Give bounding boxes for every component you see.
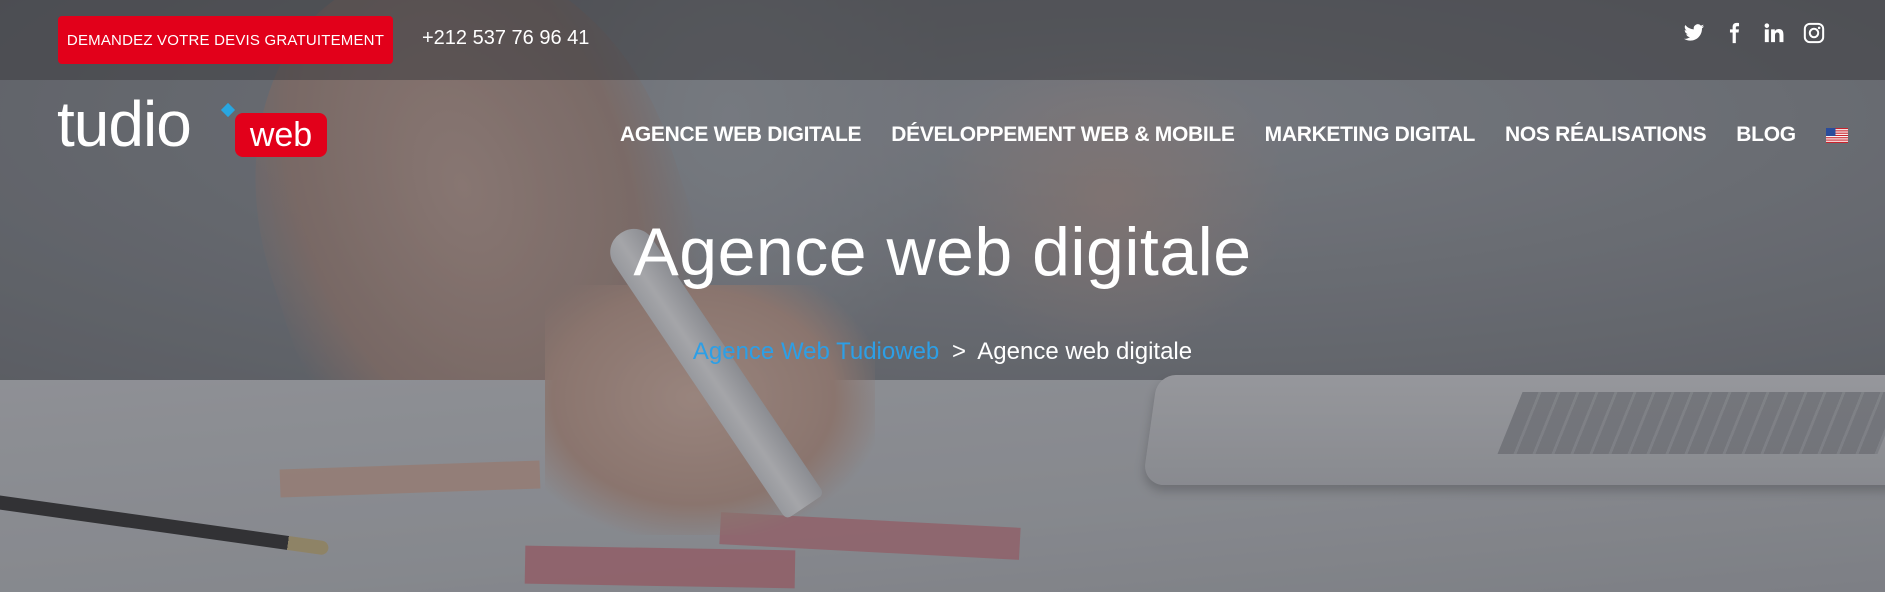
hero-background bbox=[0, 0, 1885, 592]
logo-accent-dot bbox=[220, 102, 236, 118]
main-navigation: AGENCE WEB DIGITALE DÉVELOPPEMENT WEB & … bbox=[620, 123, 1848, 147]
linkedin-icon[interactable] bbox=[1763, 22, 1785, 44]
breadcrumb-current: Agence web digitale bbox=[977, 338, 1193, 365]
nav-item-agence-web-digitale[interactable]: AGENCE WEB DIGITALE bbox=[620, 123, 862, 147]
breadcrumb: Agence Web Tudioweb > Agence web digital… bbox=[0, 338, 1885, 366]
breadcrumb-home-link[interactable]: Agence Web Tudioweb bbox=[693, 338, 939, 365]
logo-badge: web bbox=[235, 113, 327, 157]
free-quote-button[interactable]: DEMANDEZ VOTRE DEVIS GRATUITEMENT bbox=[58, 16, 393, 64]
nav-item-nos-realisations[interactable]: NOS RÉALISATIONS bbox=[1505, 123, 1707, 147]
social-links bbox=[1683, 22, 1825, 44]
tudioweb-logo[interactable]: tudio web bbox=[57, 88, 327, 171]
page-title: Agence web digitale bbox=[633, 214, 1252, 290]
nav-item-developpement-web-mobile[interactable]: DÉVELOPPEMENT WEB & MOBILE bbox=[891, 123, 1235, 147]
us-flag-icon[interactable] bbox=[1825, 127, 1848, 143]
nav-item-marketing-digital[interactable]: MARKETING DIGITAL bbox=[1265, 123, 1476, 147]
top-bar: DEMANDEZ VOTRE DEVIS GRATUITEMENT +212 5… bbox=[0, 0, 1885, 80]
twitter-icon[interactable] bbox=[1683, 22, 1705, 44]
logo-wordmark: tudio bbox=[57, 88, 192, 160]
breadcrumb-separator: > bbox=[951, 338, 966, 365]
facebook-icon[interactable] bbox=[1723, 22, 1745, 44]
nav-item-blog[interactable]: BLOG bbox=[1736, 123, 1796, 147]
instagram-icon[interactable] bbox=[1803, 22, 1825, 44]
hero-overlay bbox=[0, 0, 1885, 592]
phone-number[interactable]: +212 537 76 96 41 bbox=[422, 27, 589, 50]
